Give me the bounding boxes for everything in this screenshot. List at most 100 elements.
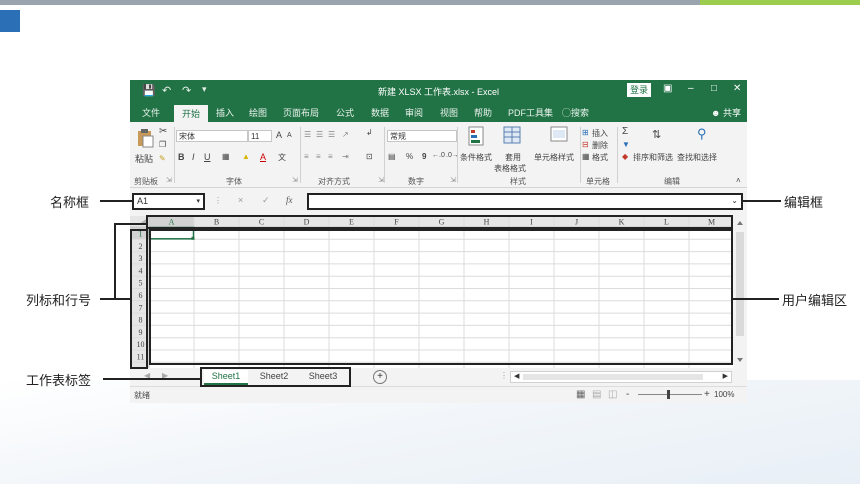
tab-file[interactable]: 文件: [142, 106, 160, 119]
delete-cells-icon[interactable]: ⊟: [582, 140, 589, 149]
tab-pdf-tools[interactable]: PDF工具集: [508, 106, 553, 119]
phonetic-icon[interactable]: 文: [278, 152, 286, 163]
percent-button[interactable]: %: [406, 152, 413, 161]
align-top-icon[interactable]: ☰: [304, 130, 311, 139]
tab-search[interactable]: ◯搜索: [562, 106, 589, 119]
tab-draw[interactable]: 绘图: [249, 106, 267, 119]
fill-color-icon[interactable]: ▲: [242, 152, 250, 161]
paste-icon[interactable]: [136, 128, 154, 148]
share-label: 共享: [722, 108, 741, 118]
add-sheet-button[interactable]: +: [373, 370, 387, 384]
minimize-icon[interactable]: –: [688, 83, 694, 94]
name-box-dropdown-icon[interactable]: ▾: [196, 195, 200, 208]
align-middle-icon[interactable]: ☰: [316, 130, 323, 139]
ribbon-display-icon[interactable]: ▣: [663, 83, 672, 94]
accounting-icon[interactable]: ▤: [388, 152, 396, 161]
conditional-format-icon[interactable]: [468, 126, 484, 146]
align-left-icon[interactable]: ≡: [304, 152, 309, 161]
scroll-right-icon[interactable]: ▶: [723, 372, 728, 380]
tab-insert[interactable]: 插入: [216, 106, 234, 119]
tab-data[interactable]: 数据: [371, 106, 389, 119]
cut-icon[interactable]: ✂: [159, 126, 167, 137]
conditional-format-label[interactable]: 条件格式: [460, 152, 492, 163]
tab-formulas[interactable]: 公式: [336, 106, 354, 119]
horizontal-scroll-thumb[interactable]: [523, 374, 703, 380]
zoom-slider-thumb[interactable]: [667, 390, 670, 399]
clear-icon[interactable]: ◆: [622, 152, 628, 161]
normal-view-icon[interactable]: ▦: [576, 389, 585, 400]
number-launcher-icon[interactable]: ⇲: [450, 176, 456, 184]
name-box[interactable]: A1 ▾: [132, 193, 205, 210]
confirm-entry-button[interactable]: ✓: [262, 195, 270, 206]
tab-split-grip-icon[interactable]: ⋮: [500, 371, 508, 380]
cancel-entry-button[interactable]: ×: [238, 195, 243, 205]
copy-icon[interactable]: ❐: [159, 140, 166, 149]
zoom-in-button[interactable]: +: [704, 389, 710, 400]
tab-home[interactable]: 开始: [174, 105, 209, 122]
cell-styles-icon[interactable]: [550, 126, 568, 146]
format-painter-icon[interactable]: ✎: [159, 154, 166, 163]
format-as-table-label-2[interactable]: 表格格式: [494, 163, 526, 174]
lightbulb-icon: ◯: [562, 108, 572, 118]
delete-cells-label[interactable]: 删除: [592, 140, 608, 151]
insert-cells-label[interactable]: 插入: [592, 128, 608, 139]
font-launcher-icon[interactable]: ⇲: [292, 176, 298, 184]
italic-button[interactable]: I: [192, 152, 195, 162]
font-color-button[interactable]: A: [260, 152, 266, 162]
format-cells-icon[interactable]: ▦: [582, 152, 590, 161]
group-separator: [384, 127, 385, 183]
underline-button[interactable]: U: [204, 152, 211, 162]
horizontal-scrollbar[interactable]: ◀ ▶: [510, 371, 732, 383]
align-bottom-icon[interactable]: ☰: [328, 130, 335, 139]
find-icon[interactable]: ⚲: [697, 126, 707, 142]
login-button[interactable]: 登录: [627, 83, 651, 97]
tab-help[interactable]: 帮助: [474, 106, 492, 119]
formula-input[interactable]: ⌄: [307, 193, 743, 210]
zoom-slider[interactable]: [638, 394, 702, 395]
insert-function-button[interactable]: fx: [286, 195, 293, 205]
find-select-label[interactable]: 查找和选择: [677, 152, 717, 163]
grow-font-button[interactable]: A: [276, 130, 282, 140]
format-cells-label[interactable]: 格式: [592, 152, 608, 163]
paste-label[interactable]: 粘贴: [135, 152, 153, 165]
shrink-font-button[interactable]: A: [287, 132, 292, 139]
scroll-left-icon[interactable]: ◀: [514, 372, 519, 380]
format-as-table-icon[interactable]: [503, 126, 521, 146]
share-button[interactable]: ☻ 共享: [711, 106, 741, 119]
title-bar: 💾 ↶ ↷ ▾ 新建 XLSX 工作表.xlsx - Excel 登录 ▣ – …: [130, 80, 747, 102]
zoom-level[interactable]: 100%: [714, 390, 734, 399]
close-icon[interactable]: ✕: [733, 83, 741, 94]
zoom-out-button[interactable]: -: [626, 389, 629, 400]
insert-cells-icon[interactable]: ⊞: [582, 128, 589, 137]
page-break-view-icon[interactable]: ◫: [608, 389, 617, 400]
wrap-text-icon[interactable]: ↲: [366, 128, 373, 137]
indent-icon[interactable]: ⇥: [342, 152, 349, 161]
tab-page-layout[interactable]: 页面布局: [283, 106, 319, 119]
number-format-combo[interactable]: 常规: [387, 130, 457, 142]
page-layout-view-icon[interactable]: ▤: [592, 389, 601, 400]
fill-icon[interactable]: ▼: [622, 140, 630, 149]
tab-review[interactable]: 审阅: [405, 106, 423, 119]
sort-filter-label[interactable]: 排序和筛选: [633, 152, 673, 163]
collapse-ribbon-icon[interactable]: ˄: [736, 176, 741, 185]
cell-styles-label[interactable]: 单元格样式: [534, 152, 574, 163]
increase-decimal-icon[interactable]: ←.0: [432, 152, 445, 159]
align-center-icon[interactable]: ≡: [316, 152, 321, 161]
tab-view[interactable]: 视图: [440, 106, 458, 119]
comma-button[interactable]: 9: [422, 152, 426, 161]
alignment-launcher-icon[interactable]: ⇲: [378, 176, 384, 184]
sort-filter-icon[interactable]: ⇅: [652, 128, 661, 141]
orientation-icon[interactable]: ↗: [342, 130, 349, 139]
autosum-button[interactable]: Σ: [622, 126, 628, 137]
border-icon[interactable]: ▦: [222, 152, 230, 161]
font-name-combo[interactable]: 宋体: [176, 130, 248, 142]
expand-formula-bar-icon[interactable]: ⌄: [731, 196, 738, 205]
maximize-icon[interactable]: □: [711, 83, 717, 94]
clipboard-launcher-icon[interactable]: ⇲: [166, 176, 172, 184]
font-size-combo[interactable]: 11: [248, 130, 272, 142]
format-as-table-label-1[interactable]: 套用: [505, 152, 521, 163]
bold-button[interactable]: B: [178, 152, 185, 162]
vertical-scroll-thumb[interactable]: [736, 232, 744, 336]
merge-center-icon[interactable]: ⊡: [366, 152, 373, 161]
align-right-icon[interactable]: ≡: [328, 152, 333, 161]
